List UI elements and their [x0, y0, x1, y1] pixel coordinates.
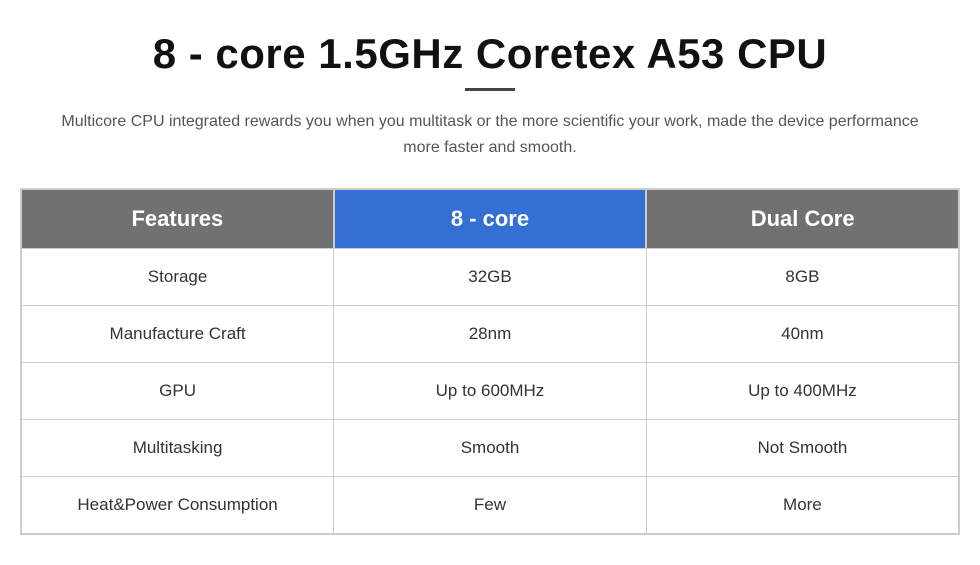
- cell-dual-0: 8GB: [646, 249, 959, 306]
- col-header-features: Features: [21, 189, 334, 249]
- col-header-dualcore: Dual Core: [646, 189, 959, 249]
- subtitle: Multicore CPU integrated rewards you whe…: [60, 109, 920, 160]
- cell-feature-1: Manufacture Craft: [21, 306, 334, 363]
- page-title: 8 - core 1.5GHz Coretex A53 CPU: [153, 30, 828, 78]
- cell-feature-2: GPU: [21, 363, 334, 420]
- cell-8core-3: Smooth: [334, 420, 647, 477]
- table-header-row: Features 8 - core Dual Core: [21, 189, 959, 249]
- table-row: Heat&Power ConsumptionFewMore: [21, 477, 959, 535]
- cell-dual-3: Not Smooth: [646, 420, 959, 477]
- cell-dual-4: More: [646, 477, 959, 535]
- table-row: GPUUp to 600MHzUp to 400MHz: [21, 363, 959, 420]
- title-divider: [465, 88, 515, 91]
- table-row: MultitaskingSmoothNot Smooth: [21, 420, 959, 477]
- cell-8core-1: 28nm: [334, 306, 647, 363]
- table-row: Manufacture Craft28nm40nm: [21, 306, 959, 363]
- cell-8core-2: Up to 600MHz: [334, 363, 647, 420]
- cell-8core-0: 32GB: [334, 249, 647, 306]
- cell-dual-1: 40nm: [646, 306, 959, 363]
- cell-dual-2: Up to 400MHz: [646, 363, 959, 420]
- cell-8core-4: Few: [334, 477, 647, 535]
- cell-feature-3: Multitasking: [21, 420, 334, 477]
- comparison-table: Features 8 - core Dual Core Storage32GB8…: [20, 188, 960, 535]
- col-header-8core: 8 - core: [334, 189, 647, 249]
- table-row: Storage32GB8GB: [21, 249, 959, 306]
- cell-feature-4: Heat&Power Consumption: [21, 477, 334, 535]
- cell-feature-0: Storage: [21, 249, 334, 306]
